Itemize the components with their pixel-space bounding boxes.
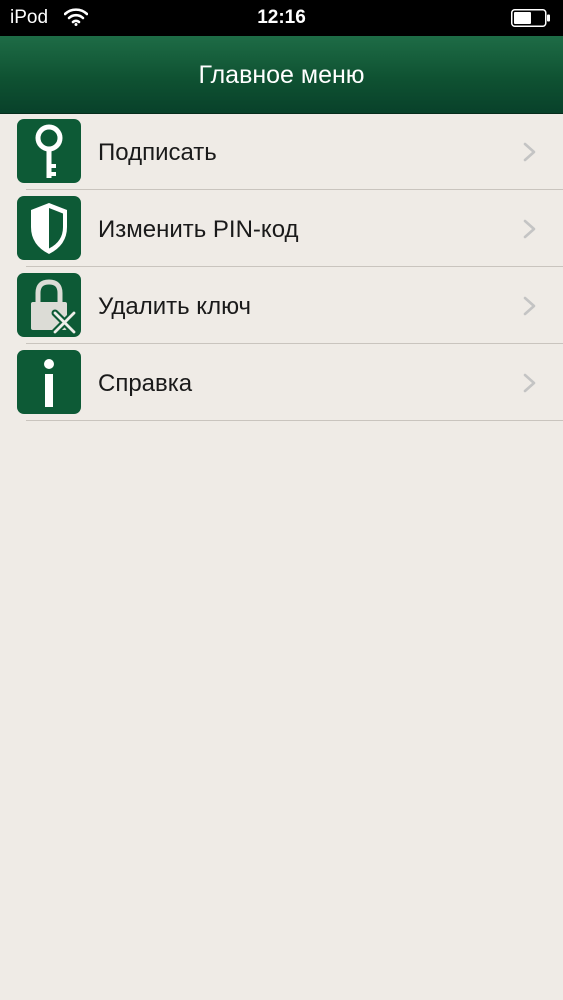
menu-item-label: Изменить PIN-код — [98, 216, 299, 243]
chevron-right-icon — [523, 373, 536, 393]
key-icon — [17, 119, 81, 183]
lock-delete-icon — [17, 273, 81, 337]
chevron-right-icon — [523, 296, 536, 316]
menu-item-sign[interactable]: Подписать — [0, 113, 563, 190]
row-separator — [26, 420, 563, 421]
menu-item-change-pin[interactable]: Изменить PIN-код — [0, 190, 563, 267]
page-title: Главное меню — [198, 61, 365, 89]
chevron-right-icon — [523, 219, 536, 239]
info-icon — [17, 350, 81, 414]
status-bar: iPod 12:16 — [0, 0, 563, 36]
navigation-bar: Главное меню — [0, 36, 563, 114]
menu-item-help[interactable]: Справка — [0, 344, 563, 421]
menu-item-label: Удалить ключ — [98, 293, 252, 320]
status-time: 12:16 — [257, 7, 306, 28]
shield-icon — [17, 196, 81, 260]
menu-item-label: Справка — [98, 370, 193, 397]
chevron-right-icon — [523, 142, 536, 162]
main-menu-list: Подписать Изменить PIN-код Удалить ключ … — [0, 113, 563, 421]
menu-item-delete-key[interactable]: Удалить ключ — [0, 267, 563, 344]
battery-icon — [511, 9, 550, 27]
menu-item-label: Подписать — [98, 139, 217, 166]
